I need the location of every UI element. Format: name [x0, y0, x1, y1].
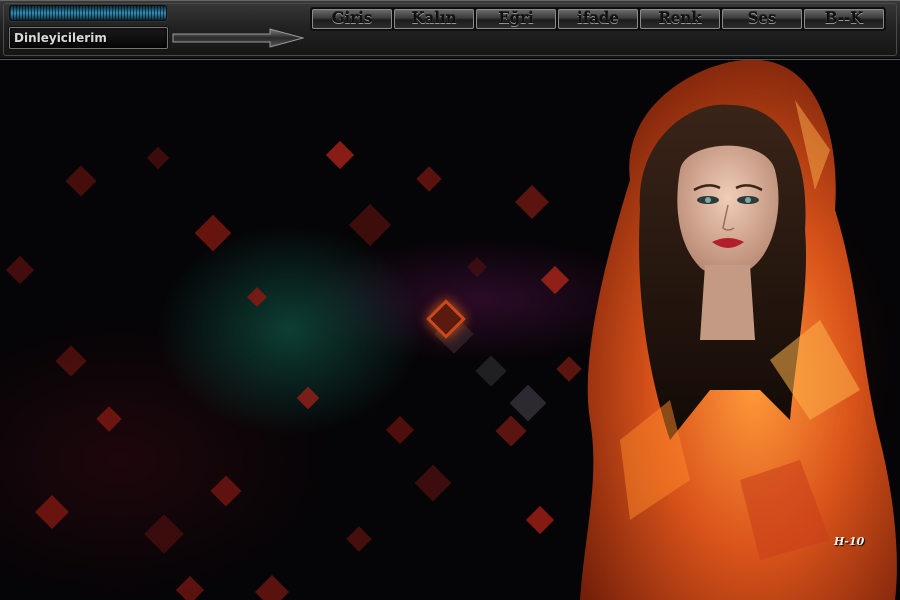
diamond-tile: [296, 386, 320, 410]
diamond-tile: [509, 384, 547, 422]
diamond-tile: [175, 575, 205, 600]
diamond-tile: [525, 505, 555, 535]
renk-button[interactable]: Renk: [640, 9, 720, 29]
diamond-tile: [65, 165, 97, 197]
kalin-button[interactable]: Kalın: [394, 9, 474, 29]
diamond-tile: [515, 185, 549, 219]
ses-button[interactable]: Ses: [722, 9, 802, 29]
diamond-tile: [96, 406, 122, 432]
audio-level-meter: [9, 5, 167, 21]
diamond-tile: [55, 345, 87, 377]
diamond-tile: [325, 140, 355, 170]
diamond-tile: [467, 257, 487, 277]
diamond-tile: [475, 355, 507, 387]
diamond-tile: [346, 526, 372, 552]
diamond-tile: [385, 415, 415, 445]
diamond-tile: [247, 287, 267, 307]
ifade-button[interactable]: ifade: [558, 9, 638, 29]
giris-button[interactable]: Giris: [312, 9, 392, 29]
background-artwork: H-10: [0, 60, 900, 600]
diamond-tile: [146, 146, 170, 170]
portrait-image: [580, 60, 897, 600]
artist-signature: H-10: [834, 535, 865, 548]
format-button-group: Giris Kalın Eğri ifade Renk Ses B--K: [310, 7, 886, 31]
diamond-tile: [5, 255, 35, 285]
egri-button[interactable]: Eğri: [476, 9, 556, 29]
diamond-tile: [144, 514, 184, 554]
listeners-button[interactable]: Dinleyicilerim: [9, 27, 168, 49]
diamond-tile: [414, 464, 452, 502]
diamond-tile: [416, 166, 442, 192]
arrow-right-icon: [172, 28, 304, 48]
diamond-tile: [210, 475, 242, 507]
b-k-button[interactable]: B--K: [804, 9, 884, 29]
diamond-tile: [194, 214, 232, 252]
diamond-tile: [348, 203, 392, 247]
diamond-tile: [255, 575, 289, 600]
diamond-tile: [35, 495, 69, 529]
diamond-tile: [495, 415, 527, 447]
top-toolbar: Dinleyicilerim Giris Kalın Eğri ifade Re…: [0, 0, 900, 60]
